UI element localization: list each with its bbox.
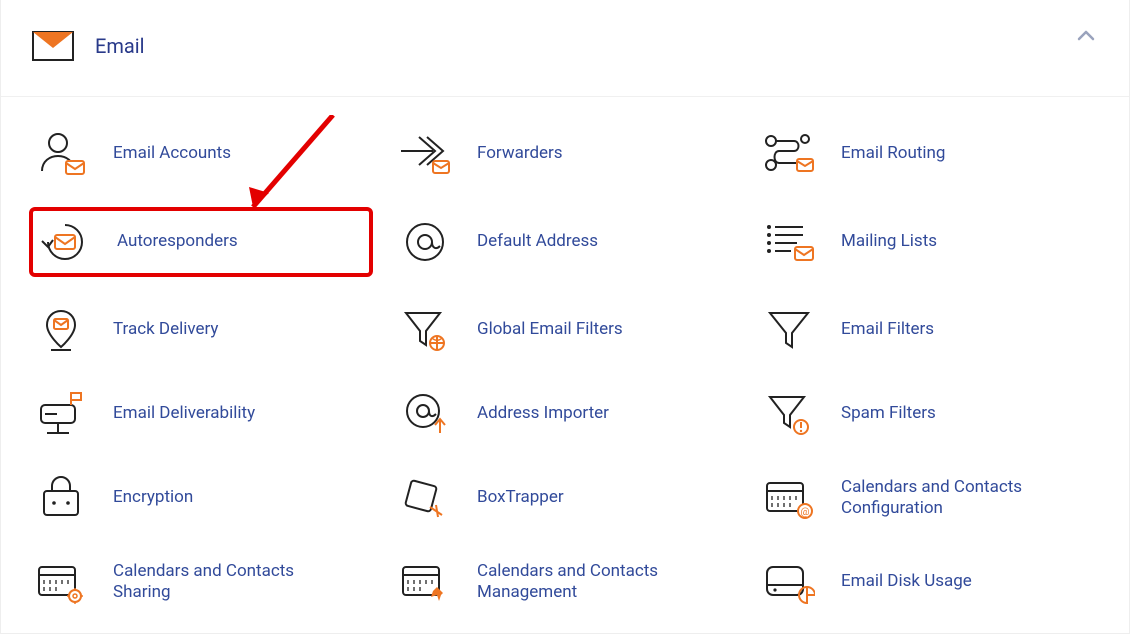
item-email-filters[interactable]: Email Filters [757,299,1101,361]
item-global-email-filters[interactable]: Global Email Filters [393,299,737,361]
item-label: Default Address [477,231,598,252]
item-label: Email Disk Usage [841,571,972,592]
item-email-disk-usage[interactable]: Email Disk Usage [757,551,1101,613]
boxtrapper-icon [397,473,453,523]
item-default-address[interactable]: Default Address [393,207,737,277]
item-track-delivery[interactable]: Track Delivery [29,299,373,361]
item-address-importer[interactable]: Address Importer [393,383,737,445]
collapse-toggle[interactable] [1077,30,1095,42]
at-icon [397,217,453,267]
item-label: Calendars and Contacts Sharing [113,561,353,604]
item-label: Track Delivery [113,319,218,340]
item-label: Autoresponders [117,231,238,252]
item-label: Email Filters [841,319,934,340]
item-cal-contacts-sharing[interactable]: Calendars and Contacts Sharing [29,551,373,613]
item-email-deliverability[interactable]: Email Deliverability [29,383,373,445]
item-forwarders[interactable]: Forwarders [393,123,737,185]
item-encryption[interactable]: Encryption [29,467,373,529]
item-label: Email Accounts [113,143,231,164]
email-panel: Email Email Accounts [0,0,1130,634]
panel-title: Email [95,34,145,58]
item-autoresponders[interactable]: Autoresponders [29,207,373,277]
item-label: Address Importer [477,403,609,424]
panel-header: Email [1,0,1129,97]
item-label: Encryption [113,487,193,508]
calendar-gear-icon [33,557,89,607]
track-delivery-icon [33,305,89,355]
mailing-list-icon [761,217,817,267]
item-label: Calendars and Contacts Management [477,561,717,604]
item-cal-contacts-config[interactable]: @ Calendars and Contacts Configuration [757,467,1101,529]
calendar-pin-icon [397,557,453,607]
item-label: Spam Filters [841,403,936,424]
calendar-at-icon: @ [761,473,817,523]
item-mailing-lists[interactable]: Mailing Lists [757,207,1101,277]
item-label: Email Deliverability [113,403,255,424]
filter-icon [761,305,817,355]
encryption-icon [33,473,89,523]
mailbox-icon [33,389,89,439]
mail-icon [29,22,77,70]
item-email-accounts[interactable]: Email Accounts [29,123,373,185]
email-items-grid: Email Accounts Forwarders [1,97,1129,633]
item-label: Global Email Filters [477,319,623,340]
user-mail-icon [33,129,89,179]
item-label: Calendars and Contacts Configuration [841,477,1081,520]
item-label: BoxTrapper [477,487,564,508]
item-label: Forwarders [477,143,563,164]
item-label: Email Routing [841,143,945,164]
global-filter-icon [397,305,453,355]
item-cal-contacts-management[interactable]: Calendars and Contacts Management [393,551,737,613]
item-boxtrapper[interactable]: BoxTrapper [393,467,737,529]
autoresponder-icon [37,217,93,267]
routing-icon [761,129,817,179]
item-label: Mailing Lists [841,231,937,252]
svg-text:@: @ [801,507,810,518]
item-spam-filters[interactable]: Spam Filters [757,383,1101,445]
spam-filter-icon [761,389,817,439]
item-email-routing[interactable]: Email Routing [757,123,1101,185]
forward-icon [397,129,453,179]
disk-usage-icon [761,557,817,607]
at-import-icon [397,389,453,439]
chevron-up-icon [1077,30,1095,42]
